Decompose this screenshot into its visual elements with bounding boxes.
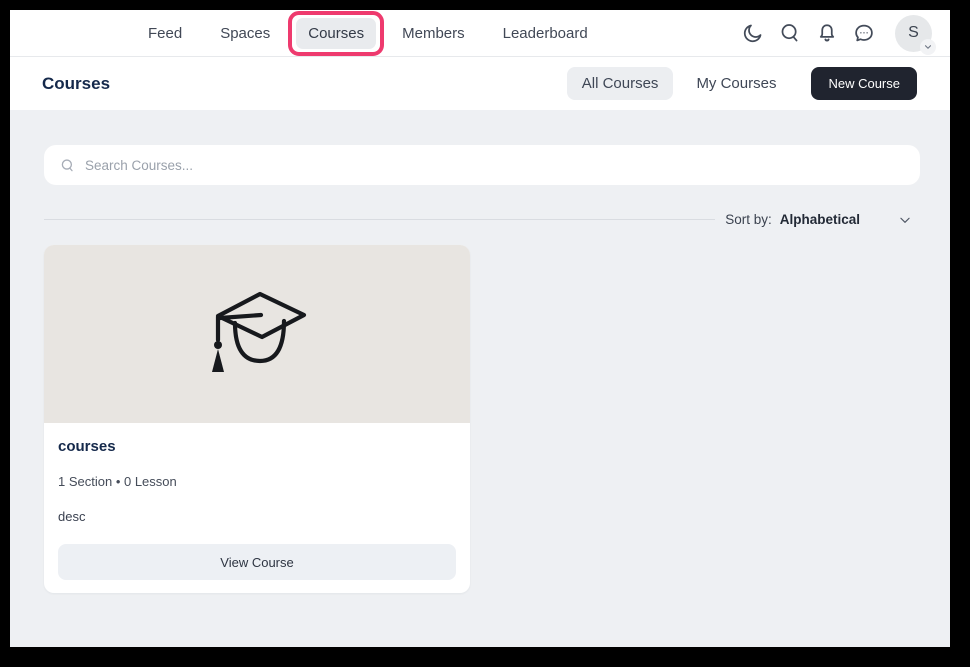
nav-item-spaces[interactable]: Spaces <box>208 18 282 49</box>
nav-menu: Feed Spaces Courses Members Leaderboard <box>136 18 600 49</box>
sort-row: Sort by: Alphabetical <box>44 212 920 227</box>
chevron-down-icon <box>920 39 936 55</box>
chevron-down-icon[interactable] <box>898 213 912 227</box>
course-meta: 1 Section • 0 Lesson <box>58 474 456 489</box>
graduation-cap-icon <box>205 284 309 384</box>
nav-item-courses[interactable]: Courses <box>296 18 376 49</box>
sort-by-label: Sort by: <box>725 212 772 227</box>
notifications-button[interactable] <box>815 21 839 45</box>
sort-value[interactable]: Alphabetical <box>780 212 860 227</box>
messages-button[interactable] <box>852 21 876 45</box>
profile-menu[interactable]: S <box>895 15 932 52</box>
page-header: Courses All Courses My Courses New Cours… <box>10 57 950 110</box>
course-description: desc <box>58 509 456 524</box>
header-actions: All Courses My Courses New Course <box>567 67 917 100</box>
search-icon <box>60 158 75 173</box>
view-course-button[interactable]: View Course <box>58 544 456 580</box>
top-navigation-bar: Feed Spaces Courses Members Leaderboard <box>10 10 950 57</box>
app-window: Feed Spaces Courses Members Leaderboard <box>10 10 950 647</box>
nav-item-courses-label: Courses <box>308 25 364 42</box>
search-input[interactable] <box>85 158 906 173</box>
main-content: Sort by: Alphabetical <box>10 110 950 647</box>
course-title[interactable]: courses <box>58 438 456 455</box>
tab-all-courses[interactable]: All Courses <box>567 67 674 100</box>
search-button[interactable] <box>778 21 802 45</box>
bell-icon <box>816 22 838 44</box>
chat-icon <box>853 22 875 44</box>
nav-actions: S <box>741 15 932 52</box>
nav-item-feed[interactable]: Feed <box>136 18 194 49</box>
search-icon <box>779 22 801 44</box>
new-course-button[interactable]: New Course <box>811 67 917 100</box>
dark-mode-toggle[interactable] <box>741 21 765 45</box>
nav-item-members[interactable]: Members <box>390 18 477 49</box>
course-search-bar <box>44 145 920 185</box>
nav-item-leaderboard[interactable]: Leaderboard <box>491 18 600 49</box>
course-card-media <box>44 245 470 423</box>
course-card[interactable]: courses 1 Section • 0 Lesson desc View C… <box>44 245 470 593</box>
course-card-body: courses 1 Section • 0 Lesson desc View C… <box>44 423 470 593</box>
moon-icon <box>742 22 764 44</box>
tab-my-courses[interactable]: My Courses <box>681 67 791 100</box>
page-title: Courses <box>42 74 110 94</box>
divider <box>44 219 715 220</box>
